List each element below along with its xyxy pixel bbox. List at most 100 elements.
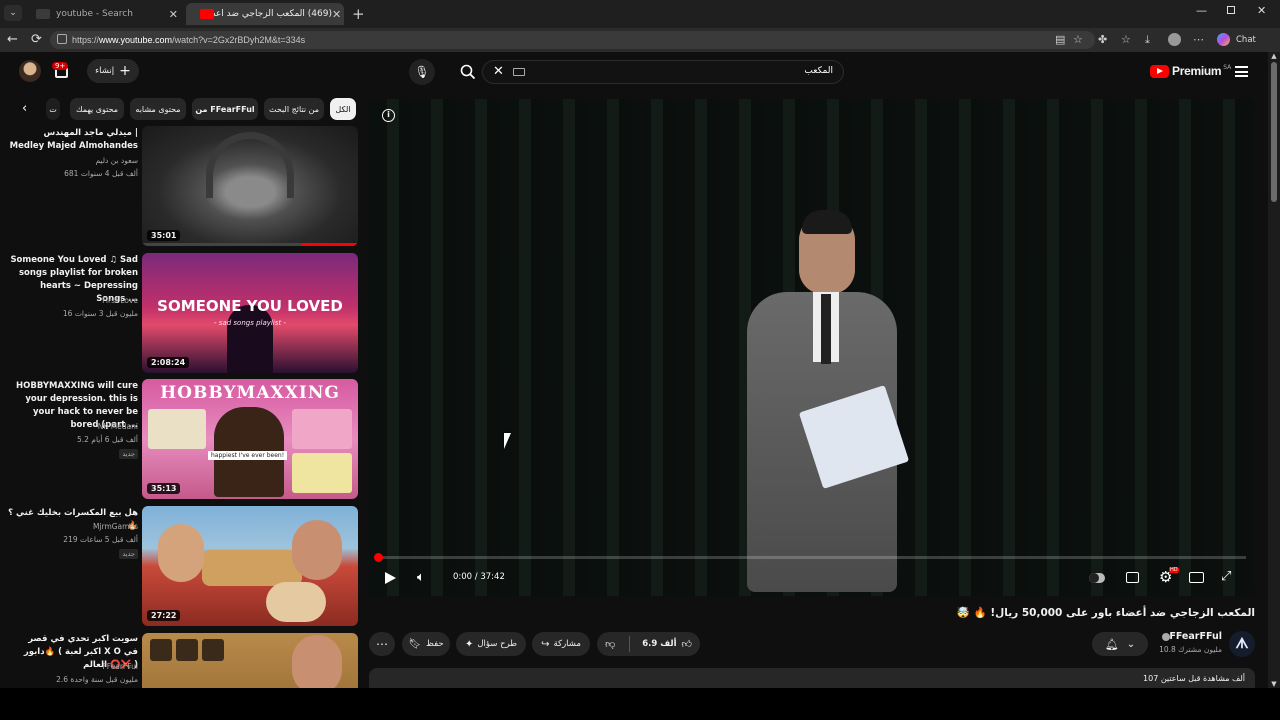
channel-name[interactable]: سعود بن دليم	[95, 156, 138, 165]
close-tab-icon[interactable]: ✕	[169, 8, 178, 21]
create-button[interactable]: إنشاء +	[87, 59, 139, 83]
tab-search[interactable]: youtube - Search ✕	[28, 3, 184, 25]
recommendation-item[interactable]: 35:01 ميدلي ماجد المهندس | Medley Majed …	[0, 126, 360, 248]
info-icon[interactable]: i	[382, 109, 395, 122]
fullscreen-icon[interactable]: ⤢	[1221, 569, 1231, 584]
description-box[interactable]: 107 ألف مشاهدة قبل ساعتين	[369, 668, 1255, 690]
more-actions-button[interactable]: ⋯	[369, 632, 395, 656]
chip-from-search[interactable]: من نتائج البحث	[264, 98, 324, 120]
thumbnail-title-text: HOBBYMAXXING	[160, 383, 340, 403]
search-favicon-icon	[36, 9, 50, 19]
downloads-icon[interactable]: ⤓	[1145, 33, 1150, 47]
youtube-header: 9+ إنشاء + 🎙 ✕ المكعب Premium SA	[0, 52, 1268, 92]
like-count[interactable]: 6.9 ألف	[642, 639, 676, 649]
sparkle-icon: ✦	[464, 638, 474, 650]
maximize-icon[interactable]	[1227, 6, 1235, 14]
search-button[interactable]	[454, 59, 482, 85]
bell-icon: 🔔︎	[1104, 637, 1119, 651]
chips-prev-arrow-icon[interactable]: ‹	[22, 101, 27, 116]
thumbnail-title-text: SOMEONE YOU LOVED	[157, 297, 343, 315]
ask-label: طرح سؤال	[477, 639, 518, 649]
tab-youtube-video[interactable]: ✕ (469) المكعب الزجاجي ضد أعضاء باو	[186, 3, 344, 25]
subtitles-icon[interactable]	[1126, 572, 1139, 583]
search-input[interactable]: المكعب	[804, 66, 833, 76]
channel-name[interactable]: NK Medani	[98, 422, 138, 431]
scrollbar-thumb[interactable]	[1271, 62, 1277, 202]
refresh-icon[interactable]: ⟳	[31, 32, 42, 47]
channel-name[interactable]: FFearFFul	[102, 662, 138, 671]
clear-search-icon[interactable]: ✕	[493, 64, 504, 79]
progress-bar[interactable]	[374, 553, 1246, 562]
tab-list-chevron-icon[interactable]: ⌄	[4, 5, 22, 21]
favorite-star-icon[interactable]: ☆	[1073, 33, 1083, 46]
subscribed-menu-button[interactable]: 🔔︎ ⌄	[1092, 632, 1148, 656]
page-scrollbar[interactable]: ▲ ▼	[1268, 52, 1280, 688]
chip-for-you[interactable]: محتوى يهمك	[70, 98, 124, 120]
dislike-icon[interactable]: 👎︎	[605, 638, 615, 650]
close-window-icon[interactable]: ✕	[1257, 4, 1266, 17]
address-bar[interactable]: https://www.youtube.com/watch?v=2Gx2rBDy…	[50, 31, 1095, 49]
share-button[interactable]: ↪ مشاركة	[532, 632, 590, 656]
more-icon[interactable]: ⋯	[1193, 33, 1204, 46]
recommendation-item[interactable]: 27:22 هل بيع المكسرات بخليك غني ؟🔥 MjrmG…	[0, 506, 360, 628]
youtube-premium-logo[interactable]: Premium SA	[1150, 64, 1231, 78]
url-path: /watch?v=2Gx2rBDyh2M&t=334s	[172, 35, 306, 45]
video-thumbnail[interactable]	[142, 633, 358, 688]
progress-scrubber[interactable]	[374, 553, 383, 562]
chip-all[interactable]: الكل	[330, 98, 356, 120]
share-icon: ↪	[541, 638, 550, 650]
video-meta: 681 ألف قبل 4 سنوات	[64, 169, 138, 178]
miniplayer-icon[interactable]	[1189, 572, 1204, 583]
video-meta: 219 ألف قبل 5 ساعات	[63, 535, 138, 544]
tab-title: (469) المكعب الزجاجي ضد أعضاء باو	[214, 9, 332, 19]
favorites-icon[interactable]: ☆	[1121, 33, 1131, 46]
site-info-icon[interactable]	[57, 34, 67, 44]
video-player[interactable]: i 🔈︎ 0:00 / 37:42 ⚙ HD ⤢	[369, 99, 1255, 596]
voice-search-button[interactable]: 🎙	[409, 59, 435, 85]
save-button[interactable]: 🔖︎ حفظ	[402, 632, 450, 656]
minimize-icon[interactable]: —	[1196, 4, 1207, 17]
recommendation-item[interactable]: HOBBYMAXXING happiest I've ever been! 35…	[0, 379, 360, 501]
channel-name[interactable]: First Love	[102, 296, 138, 305]
autoplay-toggle[interactable]	[1089, 573, 1105, 583]
chip-partial[interactable]: ت	[46, 98, 60, 120]
like-icon[interactable]: 👍︎	[681, 638, 691, 650]
save-label: حفظ	[426, 639, 444, 649]
recommendation-item[interactable]: سويت اكبر تحدي في قصر دابور🔥 ( اكبر لعبة…	[0, 633, 360, 688]
close-tab-icon[interactable]: ✕	[332, 8, 341, 21]
volume-icon[interactable]: 🔈︎	[417, 570, 425, 585]
chip-from-channel[interactable]: من FFearFFul	[192, 98, 258, 120]
copilot-chat-label[interactable]: Chat	[1236, 35, 1256, 45]
browser-toolbar: ← ⟳ https://www.youtube.com/watch?v=2Gx2…	[0, 28, 1280, 52]
chip-related[interactable]: محتوى مشابه	[130, 98, 186, 120]
video-thumbnail[interactable]	[142, 506, 358, 626]
video-title-heading: المكعب الزجاجي ضد أعضاء باور على 50,000 …	[956, 607, 1255, 619]
channel-name[interactable]: MjrmGames	[93, 522, 138, 531]
scroll-up-arrow-icon[interactable]: ▲	[1268, 52, 1280, 60]
recommendation-item[interactable]: SOMEONE YOU LOVED - sad songs playlist -…	[0, 253, 360, 375]
keyboard-icon[interactable]	[513, 68, 525, 76]
video-meta: 5.2 ألف قبل 6 أيام	[76, 435, 138, 444]
ask-button[interactable]: ✦ طرح سؤال	[456, 632, 526, 656]
menu-hamburger-icon[interactable]	[1235, 66, 1248, 77]
taskbar-area	[0, 688, 1280, 720]
split-screen-icon[interactable]: ▤	[1055, 33, 1065, 46]
channel-avatar[interactable]: ᗑ	[1229, 631, 1255, 657]
region-code: SA	[1223, 63, 1232, 71]
extensions-icon[interactable]: ✤	[1098, 33, 1107, 46]
profile-avatar[interactable]	[1168, 33, 1181, 46]
new-tab-button[interactable]: +	[352, 5, 365, 23]
back-icon[interactable]: ←	[7, 32, 18, 47]
video-thumbnail[interactable]: HOBBYMAXXING happiest I've ever been!	[142, 379, 358, 499]
mouse-cursor-icon	[504, 433, 511, 449]
copilot-icon[interactable]	[1217, 33, 1230, 46]
time-display: 0:00 / 37:42	[453, 572, 505, 582]
video-title[interactable]: ميدلي ماجد المهندس | Medley Majed Almoha…	[8, 127, 138, 153]
scroll-down-arrow-icon[interactable]: ▼	[1268, 680, 1280, 688]
video-thumbnail[interactable]: SOMEONE YOU LOVED - sad songs playlist -	[142, 253, 358, 373]
account-avatar[interactable]	[19, 60, 41, 82]
channel-name[interactable]: FFearFFul	[1169, 631, 1222, 642]
play-button[interactable]	[385, 572, 396, 584]
view-count-and-date: 107 ألف مشاهدة قبل ساعتين	[1143, 674, 1245, 683]
video-thumbnail[interactable]	[142, 126, 358, 246]
